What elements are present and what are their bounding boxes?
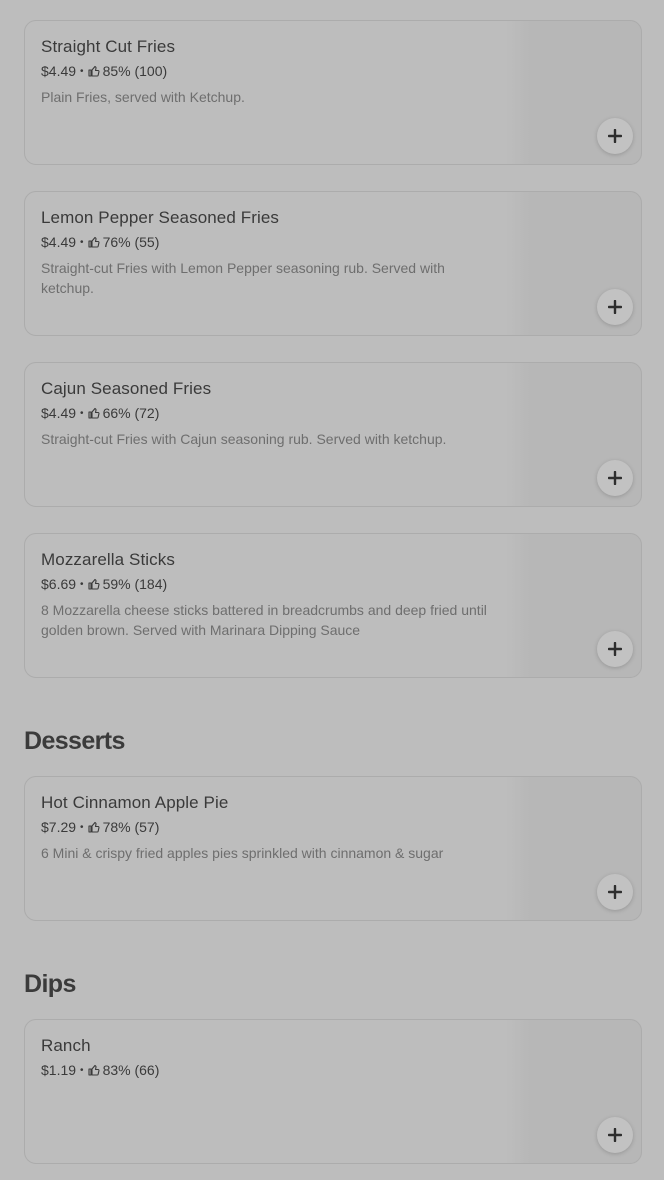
add-item-button[interactable] (597, 289, 633, 325)
item-description: 8 Mozzarella cheese sticks battered in b… (41, 602, 487, 638)
item-rating: 76% (55) (102, 234, 160, 250)
item-name: Cajun Seasoned Fries (41, 379, 212, 398)
item-price: $1.19 (41, 1062, 77, 1078)
thumbs-up-icon (88, 407, 100, 419)
item-description: Straight-cut Fries with Cajun seasoning … (41, 431, 447, 447)
section-title-dips: Dips (24, 970, 76, 998)
add-item-button[interactable] (597, 874, 633, 910)
plus-icon (608, 1128, 622, 1142)
plus-icon (608, 642, 622, 656)
item-meta: $4.49 • 66% (72) (41, 405, 159, 421)
item-name: Mozzarella Sticks (41, 550, 175, 569)
item-price: $4.49 (41, 234, 77, 250)
menu-item-card[interactable]: Ranch $1.19 • 83% (66) (24, 1019, 642, 1164)
menu-item-card[interactable]: Lemon Pepper Seasoned Fries $4.49 • 76% … (24, 191, 642, 336)
item-description: Straight-cut Fries with Lemon Pepper sea… (41, 260, 445, 296)
add-item-button[interactable] (597, 1117, 633, 1153)
item-meta: $1.19 • 83% (66) (41, 1062, 159, 1078)
item-price: $4.49 (41, 405, 77, 421)
meta-separator: • (80, 578, 84, 590)
item-name: Straight Cut Fries (41, 37, 176, 56)
item-meta: $4.49 • 85% (100) (41, 63, 167, 79)
menu-item-card[interactable]: Hot Cinnamon Apple Pie $7.29 • 78% (57) … (24, 776, 642, 921)
item-name: Hot Cinnamon Apple Pie (41, 793, 229, 812)
meta-separator: • (80, 821, 84, 833)
thumbs-up-icon (88, 65, 100, 77)
item-meta: $6.69 • 59% (184) (41, 576, 167, 592)
item-meta: $4.49 • 76% (55) (41, 234, 159, 250)
item-name: Ranch (41, 1036, 91, 1055)
item-description: 6 Mini & crispy fried apples pies sprink… (41, 845, 444, 861)
item-price: $6.69 (41, 576, 77, 592)
thumbs-up-icon (88, 1064, 100, 1076)
item-description: Plain Fries, served with Ketchup. (41, 89, 245, 105)
item-price: $7.29 (41, 819, 77, 835)
item-name: Lemon Pepper Seasoned Fries (41, 208, 280, 227)
plus-icon (608, 471, 622, 485)
add-item-button[interactable] (597, 631, 633, 667)
item-price: $4.49 (41, 63, 77, 79)
menu-page: Straight Cut Fries $4.49 • 85% (100) Pla… (0, 0, 664, 1180)
item-rating: 78% (57) (102, 819, 160, 835)
plus-icon (608, 885, 622, 899)
section-title-desserts: Desserts (24, 727, 125, 755)
meta-separator: • (80, 407, 84, 419)
item-meta: $7.29 • 78% (57) (41, 819, 159, 835)
item-rating: 83% (66) (102, 1062, 160, 1078)
thumbs-up-icon (88, 578, 100, 590)
menu-item-card[interactable]: Straight Cut Fries $4.49 • 85% (100) Pla… (24, 20, 642, 165)
plus-icon (608, 300, 622, 314)
meta-separator: • (80, 1064, 84, 1076)
item-rating: 59% (184) (102, 576, 168, 592)
meta-separator: • (80, 236, 84, 248)
add-item-button[interactable] (597, 118, 633, 154)
item-rating: 85% (100) (102, 63, 168, 79)
item-rating: 66% (72) (102, 405, 160, 421)
add-item-button[interactable] (597, 460, 633, 496)
meta-separator: • (80, 65, 84, 77)
thumbs-up-icon (88, 821, 100, 833)
thumbs-up-icon (88, 236, 100, 248)
plus-icon (608, 129, 622, 143)
menu-item-card[interactable]: Cajun Seasoned Fries $4.49 • 66% (72) St… (24, 362, 642, 507)
menu-item-card[interactable]: Mozzarella Sticks $6.69 • 59% (184) 8 Mo… (24, 533, 642, 678)
